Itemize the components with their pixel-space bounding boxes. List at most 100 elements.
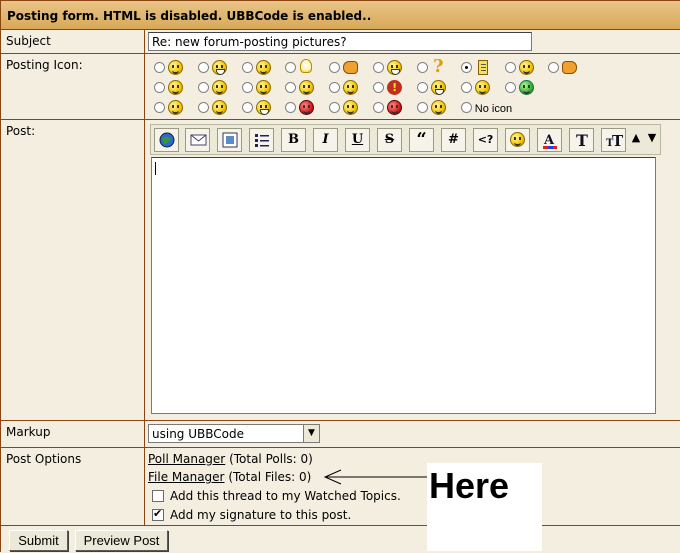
tongue-icon — [255, 60, 271, 75]
eek-icon — [430, 100, 446, 115]
exclamation-icon: ! — [387, 80, 403, 95]
markup-select[interactable]: using UBBCode ▼ — [148, 424, 320, 443]
thumbs-up-icon — [343, 61, 359, 74]
icon-option-grin[interactable] — [415, 79, 455, 97]
font-size-icon: TT — [606, 132, 624, 148]
sleepy-icon — [299, 80, 315, 95]
url-button[interactable] — [154, 128, 179, 152]
file-manager-line: File Manager (Total Files: 0) — [148, 470, 311, 484]
icon-option-rolleyes[interactable] — [327, 79, 367, 97]
sunglasses-icon — [211, 100, 227, 115]
icon-option-smile[interactable] — [152, 59, 192, 77]
submit-button[interactable]: Submit — [9, 530, 68, 551]
font-face-icon: T — [576, 132, 588, 148]
grin-smiley-icon — [211, 60, 227, 75]
no-icon-label: No icon — [474, 103, 513, 115]
icon-option-shocked[interactable] — [459, 79, 499, 97]
poll-count: (Total Polls: 0) — [229, 452, 313, 466]
red-angry-icon — [387, 100, 403, 115]
icon-option-sleepy[interactable] — [283, 79, 323, 97]
watch-checkbox[interactable] — [152, 490, 164, 502]
watch-option: Add this thread to my Watched Topics. — [148, 489, 401, 503]
icon-option-surprised[interactable] — [196, 79, 236, 97]
post-row: Post: B I U S “ # <? A T T T ▲ ▼ — [1, 120, 680, 421]
image-icon — [222, 132, 238, 148]
smiley-button[interactable] — [505, 128, 530, 152]
mad-icon — [299, 100, 315, 115]
font-color-button[interactable]: A — [537, 128, 562, 152]
poll-manager-line: Poll Manager (Total Polls: 0) — [148, 452, 313, 466]
frown-icon — [168, 100, 183, 115]
icon-option-cool[interactable] — [152, 79, 192, 97]
icon-option-question[interactable]: ? — [415, 56, 455, 77]
file-count: (Total Files: 0) — [228, 470, 312, 484]
annotation-box: Here — [427, 463, 542, 551]
watch-label: Add this thread to my Watched Topics. — [170, 489, 401, 503]
icon-option-crazy[interactable] — [240, 99, 280, 117]
globe-icon — [159, 132, 175, 148]
posting-icon-row: Posting Icon: ? ! No icon — [1, 54, 680, 120]
ubbcode-toolbar: B I U S “ # <? A T TT ▲ ▼ — [150, 124, 661, 155]
icon-option-frown[interactable] — [152, 99, 192, 117]
wink-icon — [255, 80, 271, 95]
signature-checkbox[interactable] — [152, 507, 164, 521]
preview-post-button[interactable]: Preview Post — [75, 530, 168, 551]
posting-icon-grid: ? ! No icon — [152, 56, 586, 119]
image-button[interactable] — [217, 128, 242, 152]
list-button[interactable] — [249, 128, 274, 152]
icon-option-document[interactable] — [459, 59, 499, 77]
icon-option-thumbs-up[interactable] — [327, 59, 367, 77]
signature-label: Add my signature to this post. — [170, 508, 352, 522]
icon-option-tongue[interactable] — [240, 59, 280, 77]
icon-option-mad[interactable] — [283, 99, 323, 117]
quote-button[interactable]: “ — [409, 128, 434, 152]
icon-option-exclamation[interactable]: ! — [371, 79, 411, 97]
icon-option-green-sick[interactable] — [503, 79, 543, 97]
icon-option-sunglasses[interactable] — [196, 99, 236, 117]
confused-icon — [343, 100, 359, 115]
icon-option-red-angry[interactable] — [371, 99, 411, 117]
expand-down-icon[interactable]: ▼ — [645, 128, 659, 152]
list-icon — [255, 134, 269, 147]
file-manager-link[interactable]: File Manager — [148, 470, 225, 484]
icon-option-eek[interactable] — [415, 99, 455, 117]
icon-option-grin-smiley[interactable] — [196, 59, 236, 77]
post-options-row: Post Options Poll Manager (Total Polls: … — [1, 448, 680, 526]
font-face-button[interactable]: T — [569, 128, 594, 152]
subject-row: Subject — [1, 30, 680, 54]
markup-label: Markup — [1, 421, 145, 447]
email-button[interactable] — [185, 128, 210, 152]
post-textarea[interactable] — [151, 157, 656, 414]
icon-option-no-icon[interactable]: No icon — [459, 99, 519, 117]
icon-option-lightbulb[interactable] — [283, 59, 323, 77]
bold-button[interactable]: B — [281, 128, 306, 152]
strike-button[interactable]: S — [377, 128, 402, 152]
underline-button[interactable]: U — [345, 128, 370, 152]
icon-option-smirk[interactable] — [503, 59, 543, 77]
annotation-text: Here — [429, 465, 510, 506]
svg-text:A: A — [543, 133, 555, 148]
html-tag-button[interactable]: <? — [473, 128, 498, 152]
grin-icon — [430, 80, 446, 95]
icon-option-confused[interactable] — [327, 99, 367, 117]
rolleyes-icon — [343, 80, 359, 95]
font-size-button[interactable]: TT — [601, 128, 626, 152]
icon-option-laugh[interactable] — [371, 59, 411, 77]
expand-up-icon[interactable]: ▲ — [629, 128, 643, 152]
code-button[interactable]: # — [441, 128, 466, 152]
form-buttons: Submit Preview Post — [1, 529, 680, 553]
posting-icon-label: Posting Icon: — [1, 54, 145, 119]
annotation-arrow-icon — [323, 469, 427, 485]
smile-icon — [168, 60, 183, 75]
form-header: Posting form. HTML is disabled. UBBCode … — [1, 1, 680, 30]
chevron-down-icon[interactable]: ▼ — [303, 425, 319, 442]
post-label: Post: — [1, 120, 145, 420]
icon-option-wink[interactable] — [240, 79, 280, 97]
markup-row: Markup using UBBCode ▼ — [1, 421, 680, 448]
subject-input[interactable] — [148, 32, 532, 51]
italic-button[interactable]: I — [313, 128, 338, 152]
document-icon — [477, 60, 488, 75]
poll-manager-link[interactable]: Poll Manager — [148, 452, 225, 466]
green-sick-icon — [518, 80, 534, 95]
icon-option-thumbs-down[interactable] — [546, 59, 586, 77]
